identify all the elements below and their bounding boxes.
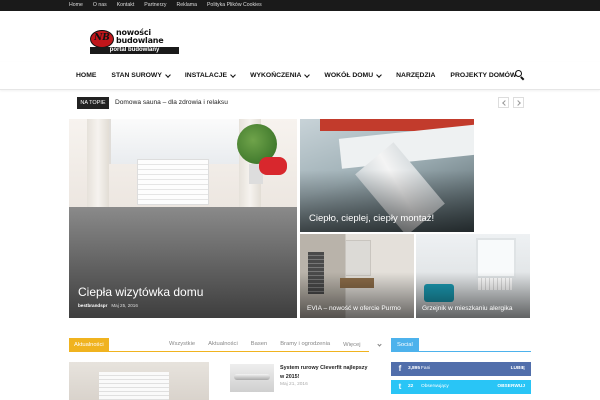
social-row-twitter: t 22 Obserwujący OBSERWUJ xyxy=(391,380,531,394)
facebook-icon: f xyxy=(398,364,402,373)
filter-gates[interactable]: Bramy i ogrodzenia xyxy=(280,338,330,352)
featured-bottom-right[interactable]: Grzejnik w mieszkaniu alergika xyxy=(416,234,530,318)
social-header: Social xyxy=(391,338,531,352)
ticker-next-button[interactable] xyxy=(513,97,524,108)
chevron-down-icon xyxy=(304,72,311,78)
top-bar: Home O nas Kontakt Partnerzy Reklama Pol… xyxy=(0,0,600,11)
top-links: Home O nas Kontakt Partnerzy Reklama Pol… xyxy=(69,0,272,11)
featured-main-date: Maj 25, 2016 xyxy=(111,303,138,308)
featured-main[interactable]: Ciepła wizytówka domu bestbrandspr Maj 25… xyxy=(69,119,297,318)
twitter-follow-button[interactable]: OBSERWUJ xyxy=(497,380,525,394)
nav-item-stan-surowy[interactable]: STAN SUROWY xyxy=(111,62,171,90)
top-link-ads[interactable]: Reklama xyxy=(176,0,196,11)
top-link-about[interactable]: O nas xyxy=(93,0,107,11)
chevron-right-icon xyxy=(515,100,521,106)
logo-word-2: budowlane xyxy=(116,36,164,45)
top-link-home[interactable]: Home xyxy=(69,0,83,11)
search-icon[interactable] xyxy=(515,70,525,81)
site-logo[interactable]: NB nowości budowlane portal budowlany xyxy=(90,28,180,58)
social-label: Social xyxy=(391,338,419,352)
twitter-count: 22 xyxy=(408,384,414,389)
chevron-down-icon xyxy=(376,341,382,347)
news-post-title[interactable]: System rurowy Cleverfit najlepszy w 2015… xyxy=(280,364,372,382)
ticker-headline[interactable]: Domowa sauna – dla zdrowia i relaksu xyxy=(115,97,228,109)
chevron-down-icon xyxy=(230,72,236,78)
filter-pool[interactable]: Basen xyxy=(251,338,267,352)
nav-item-wykonczenia[interactable]: WYKOŃCZENIA xyxy=(250,62,311,90)
facebook-count: 3,895 xyxy=(408,366,421,371)
twitter-icon: t xyxy=(398,382,402,391)
facebook-label: Fani xyxy=(421,366,431,371)
nav-item-projekty-domow[interactable]: PROJEKTY DOMÓW xyxy=(450,62,516,90)
top-link-contact[interactable]: Kontakt xyxy=(117,0,135,11)
featured-top-right-title[interactable]: Ciepło, cieplej, ciepły montaż! xyxy=(309,213,434,224)
featured-bottom-left[interactable]: EVIA – nowość w ofercie Purmo xyxy=(300,234,414,318)
featured-top-right[interactable]: Ciepło, cieplej, ciepły montaż! xyxy=(300,119,474,232)
news-post-thumbnail[interactable] xyxy=(230,364,274,392)
news-post-date: Maj 21, 2016 xyxy=(280,382,308,387)
nav-item-instalacje[interactable]: INSTALACJE xyxy=(185,62,236,90)
nav-item-wokol-domu[interactable]: WOKÓŁ DOMU xyxy=(324,62,382,90)
featured-main-meta: bestbrandspr Maj 25, 2016 xyxy=(78,303,138,308)
logo-tagline: portal budowlany xyxy=(90,47,179,54)
chevron-down-icon xyxy=(165,72,171,78)
chevron-left-icon xyxy=(502,100,508,106)
filter-news[interactable]: Aktualności xyxy=(208,338,238,352)
featured-bottom-left-title[interactable]: EVIA – nowość w ofercie Purmo xyxy=(307,305,401,312)
main-nav: HOME STAN SUROWY INSTALACJE WYKOŃCZENIA … xyxy=(0,62,600,90)
news-block-filters: Wszystkie Aktualności Basen Bramy i ogro… xyxy=(169,338,394,352)
news-ticker: NA TOPIE Domowa sauna – dla zdrowia i re… xyxy=(77,97,525,109)
top-link-partners[interactable]: Partnerzy xyxy=(144,0,166,11)
twitter-label: Obserwujący xyxy=(421,384,449,389)
ticker-prev-button[interactable] xyxy=(498,97,509,108)
filter-more-dropdown[interactable]: Więcej xyxy=(343,338,382,352)
chevron-down-icon xyxy=(376,72,382,78)
nav-item-home[interactable]: HOME xyxy=(76,62,96,90)
social-row-facebook: f 3,895 Fani LUBIĘ xyxy=(391,362,531,376)
nav-item-narzedzia[interactable]: NARZĘDZIA xyxy=(396,62,435,90)
filter-all[interactable]: Wszystkie xyxy=(169,338,195,352)
radiator-image xyxy=(137,159,209,205)
featured-main-author[interactable]: bestbrandspr xyxy=(78,303,107,308)
news-block-label: Aktualności xyxy=(69,338,109,352)
featured-main-title[interactable]: Ciepła wizytówka domu xyxy=(78,285,203,299)
news-block-header: Aktualności Wszystkie Aktualności Basen … xyxy=(69,338,382,352)
top-link-cookies[interactable]: Polityka Plików Cookies xyxy=(207,0,262,11)
featured-bottom-right-title[interactable]: Grzejnik w mieszkaniu alergika xyxy=(422,305,513,312)
news-main-thumbnail[interactable] xyxy=(69,362,209,400)
ticker-tag: NA TOPIE xyxy=(77,97,109,109)
facebook-like-button[interactable]: LUBIĘ xyxy=(511,362,525,376)
logo-badge: NB xyxy=(90,30,114,48)
